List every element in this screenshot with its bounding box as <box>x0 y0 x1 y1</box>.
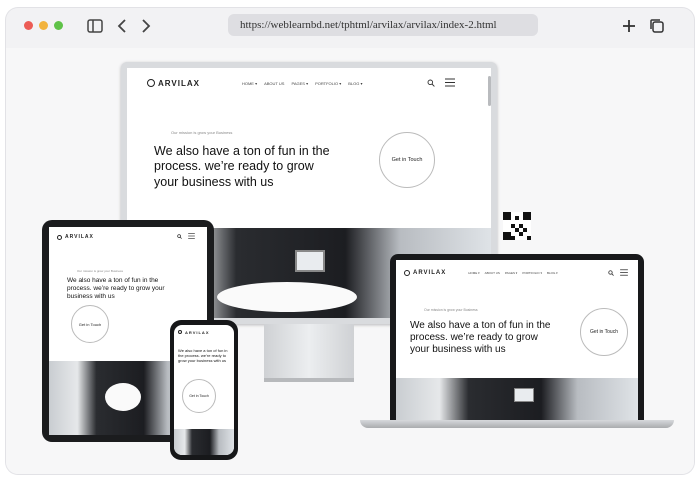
tablet-get-in-touch-button[interactable]: Get in Touch <box>71 305 109 343</box>
laptop-nav-about[interactable]: ABOUT US <box>485 271 500 275</box>
tablet-logo-mark-icon <box>57 234 62 240</box>
hamburger-menu-icon[interactable] <box>445 78 455 87</box>
phone-device: ARVILAX We also have a ton of fun in the… <box>170 320 238 460</box>
tablet-hamburger-icon[interactable] <box>188 233 195 239</box>
phone-brand-name: ARVILAX <box>185 329 210 335</box>
phone-hero-headline: We also have a ton of fun in the process… <box>178 348 228 363</box>
laptop-hero-headline: We also have a ton of fun in the process… <box>410 320 551 356</box>
brand-logo[interactable]: ARVILAX <box>147 79 200 88</box>
phone-get-in-touch-button[interactable]: Get in Touch <box>182 379 216 413</box>
brand-name: ARVILAX <box>158 78 200 88</box>
phone-office-photo <box>174 429 234 455</box>
laptop-search-icon[interactable] <box>608 270 614 276</box>
tabs-overview-icon[interactable] <box>648 17 666 35</box>
sidebar-icon[interactable] <box>86 17 104 35</box>
logo-mark-icon <box>147 79 155 87</box>
laptop-base <box>360 420 674 428</box>
laptop-cta-label: Get in Touch <box>590 329 618 335</box>
monitor-stand <box>264 324 354 380</box>
laptop-office-photo <box>396 378 638 420</box>
nav-about[interactable]: ABOUT US <box>264 81 284 86</box>
phone-logo-mark-icon <box>178 330 182 334</box>
hero-headline: We also have a ton of fun in the process… <box>154 144 330 189</box>
laptop-brand-name: ARVILAX <box>413 270 447 276</box>
hero-tagline: Our mission is grow your Business <box>171 130 233 135</box>
nav-pages[interactable]: PAGES ▾ <box>291 81 308 86</box>
laptop-brand-logo[interactable]: ARVILAX <box>404 270 446 276</box>
phone-brand-logo[interactable]: ARVILAX <box>178 330 209 335</box>
tablet-hero-tagline: Our mission is grow your Business <box>77 269 124 273</box>
maximize-window-icon[interactable] <box>54 21 63 30</box>
new-tab-plus-icon[interactable] <box>620 17 638 35</box>
nav-home[interactable]: HOME ▾ <box>242 81 257 86</box>
browser-window: https://weblearnbd.net/tphtml/arvilax/ar… <box>6 8 694 474</box>
tablet-brand-name: ARVILAX <box>65 234 94 240</box>
laptop-site-preview: ARVILAX HOME ▾ ABOUT US PAGES ▾ PORTFOLI… <box>396 260 638 420</box>
laptop-device: ARVILAX HOME ▾ ABOUT US PAGES ▾ PORTFOLI… <box>390 254 644 420</box>
back-arrow-icon[interactable] <box>114 17 132 35</box>
monitor-scrollbar[interactable] <box>488 76 491 106</box>
browser-toolbar: https://weblearnbd.net/tphtml/arvilax/ar… <box>6 8 694 42</box>
nav-blog[interactable]: BLOG ▾ <box>348 81 362 86</box>
address-bar[interactable]: https://weblearnbd.net/tphtml/arvilax/ar… <box>228 14 538 36</box>
cta-label: Get in Touch <box>391 157 423 163</box>
phone-cta-label: Get in Touch <box>189 394 209 398</box>
qr-code-icon <box>503 212 531 240</box>
laptop-nav-blog[interactable]: BLOG ▾ <box>547 271 558 275</box>
tablet-cta-label: Get in Touch <box>78 321 102 327</box>
laptop-hamburger-icon[interactable] <box>620 269 628 276</box>
close-window-icon[interactable] <box>24 21 33 30</box>
get-in-touch-button[interactable]: Get in Touch <box>379 132 435 188</box>
device-mockup-showcase: ARVILAX HOME ▾ ABOUT US PAGES ▾ PORTFOLI… <box>6 48 694 474</box>
laptop-logo-mark-icon <box>404 270 410 276</box>
monitor-base <box>264 378 354 382</box>
forward-arrow-icon[interactable] <box>136 17 154 35</box>
nav-portfolio[interactable]: PORTFOLIO ▾ <box>315 81 341 86</box>
tablet-search-icon[interactable] <box>177 234 182 239</box>
minimize-window-icon[interactable] <box>39 21 48 30</box>
laptop-nav-portfolio[interactable]: PORTFOLIO ▾ <box>522 271 542 275</box>
laptop-hero-tagline: Our mission is grow your Business <box>424 308 478 312</box>
laptop-nav-home[interactable]: HOME ▾ <box>468 271 479 275</box>
tablet-brand-logo[interactable]: ARVILAX <box>57 234 94 240</box>
laptop-nav-pages[interactable]: PAGES ▾ <box>505 271 517 275</box>
laptop-get-in-touch-button[interactable]: Get in Touch <box>580 308 628 356</box>
tablet-hero-headline: We also have a ton of fun in the process… <box>67 277 165 300</box>
phone-site-preview: ARVILAX We also have a ton of fun in the… <box>174 325 234 455</box>
search-icon[interactable] <box>427 79 435 87</box>
